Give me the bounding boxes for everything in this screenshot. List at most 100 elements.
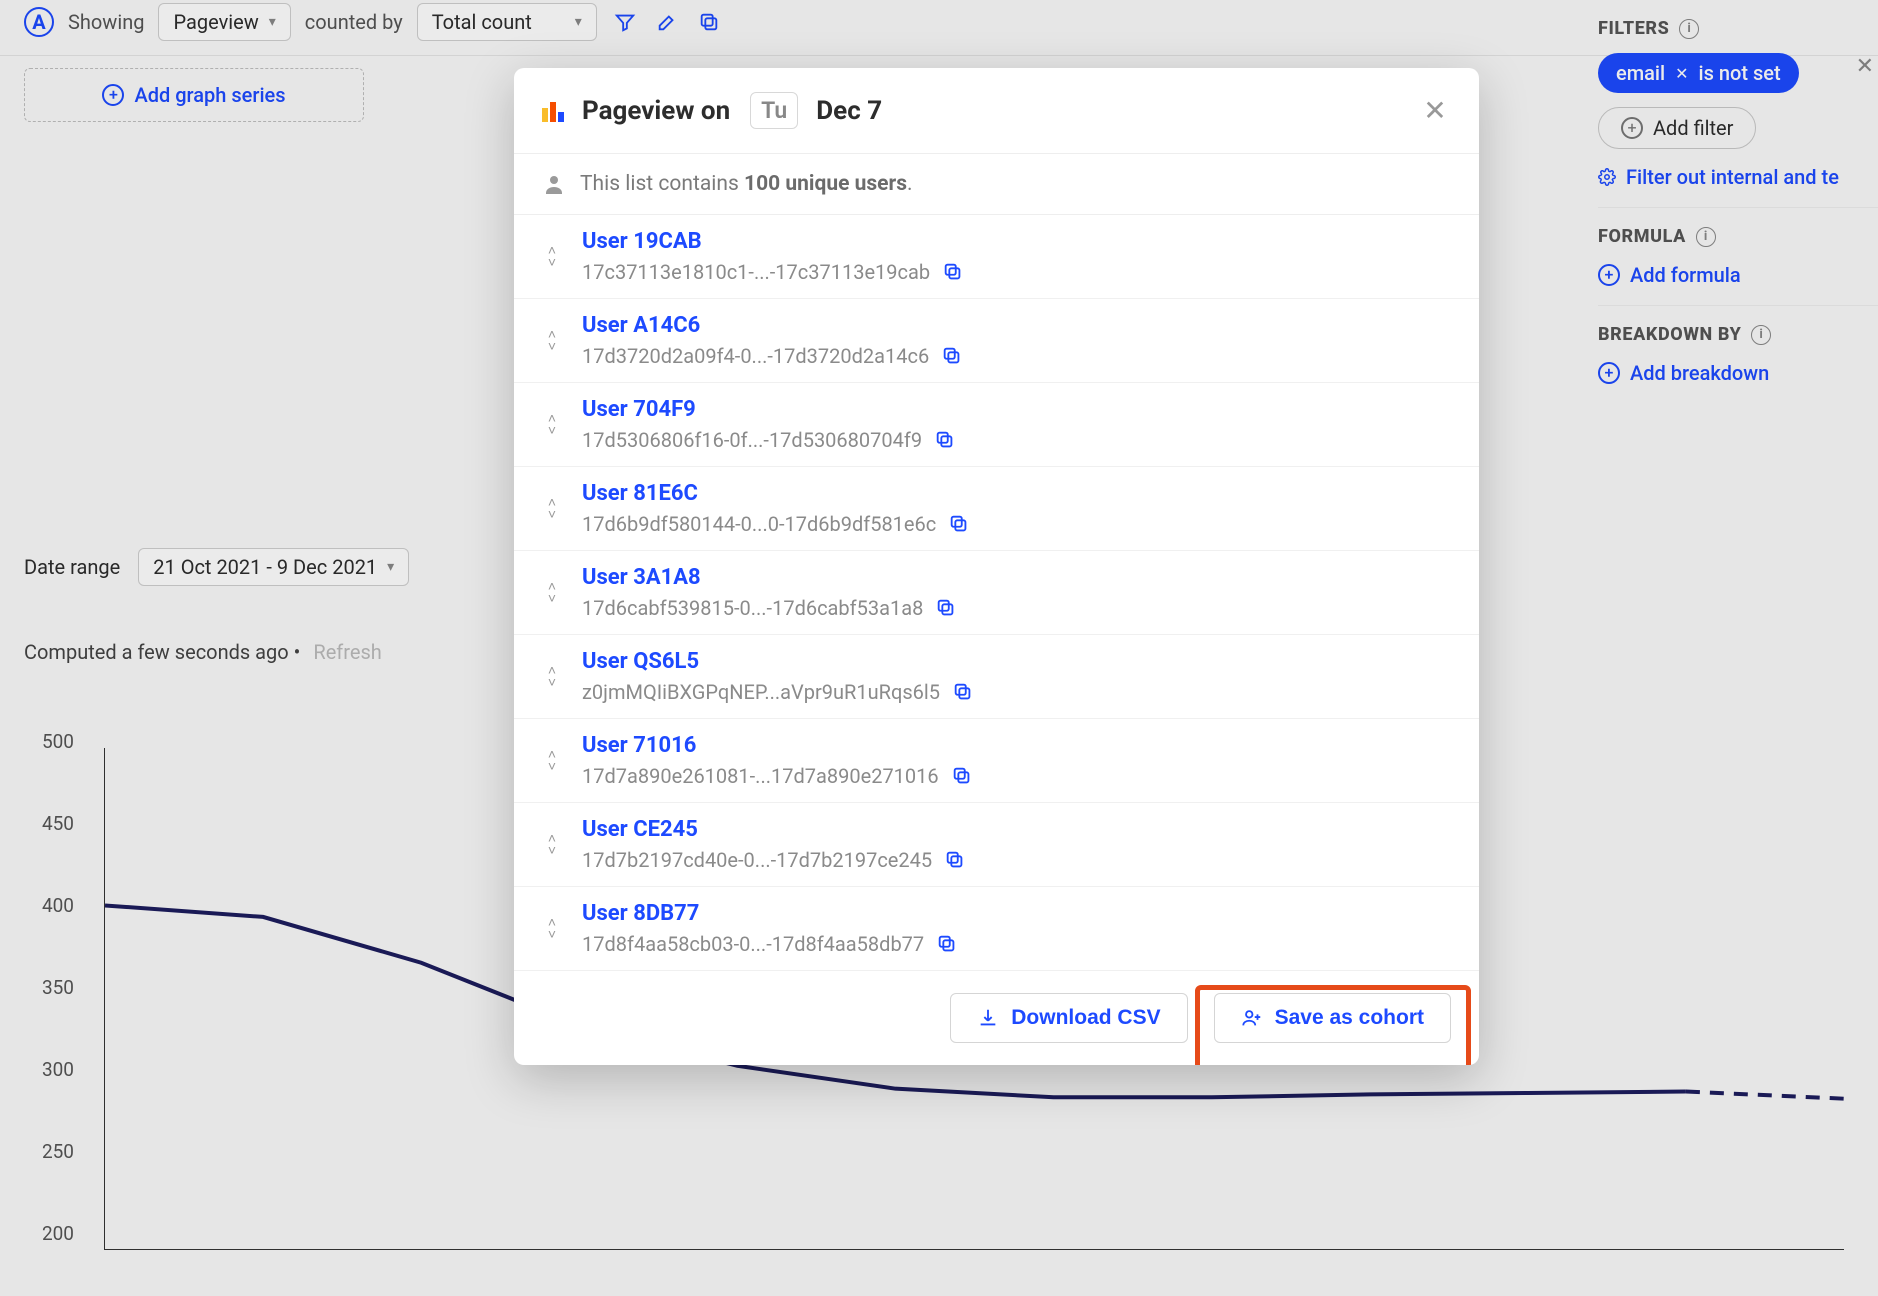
showing-label: Showing	[68, 10, 144, 34]
save-as-cohort-label: Save as cohort	[1275, 1006, 1424, 1030]
add-filter-label: Add filter	[1653, 116, 1733, 140]
expand-toggle[interactable]: ˄ ˅	[542, 833, 562, 857]
user-name-link[interactable]: User QS6L5	[582, 649, 1451, 674]
ytick: 400	[42, 894, 74, 917]
add-graph-series-label: Add graph series	[134, 83, 285, 107]
chevron-down-icon: ˅	[548, 929, 556, 941]
modal-title: Pageview on	[582, 96, 730, 126]
y-axis-labels: 500 450 400 350 300 250 200	[24, 730, 84, 1270]
copy-icon[interactable]	[941, 345, 963, 367]
user-id-text: 17d6cabf539815-0...-17d6cabf53a1a8	[582, 596, 923, 620]
copy-icon[interactable]	[934, 429, 956, 451]
user-name-link[interactable]: User 704F9	[582, 397, 1451, 422]
user-row: ˄ ˅ User 71016 17d7a890e261081-...17d7a8…	[514, 719, 1479, 803]
modal-footer: Download CSV Save as cohort	[514, 971, 1479, 1065]
modal-header: Pageview on Tu Dec 7 ✕	[514, 68, 1479, 153]
info-icon[interactable]: i	[1679, 19, 1699, 39]
add-filter-button[interactable]: + Add filter	[1598, 107, 1756, 149]
filter-chip-cond: is not set	[1699, 61, 1781, 85]
subtitle-pre: This list contains	[580, 172, 739, 196]
filter-internal-link[interactable]: Filter out internal and te	[1598, 165, 1878, 189]
copy-icon[interactable]	[948, 513, 970, 535]
expand-toggle[interactable]: ˄ ˅	[542, 245, 562, 269]
save-as-cohort-button[interactable]: Save as cohort	[1214, 993, 1451, 1043]
ytick: 350	[42, 976, 74, 999]
user-name-link[interactable]: User 81E6C	[582, 481, 1451, 506]
add-formula-link[interactable]: + Add formula	[1598, 263, 1878, 287]
user-id-text: 17d7a890e261081-...17d7a890e271016	[582, 764, 939, 788]
plus-circle-icon: +	[1598, 264, 1620, 286]
copy-icon[interactable]	[936, 933, 958, 955]
ytick: 300	[42, 1058, 74, 1081]
chart-line-projected	[1686, 1092, 1844, 1099]
close-icon[interactable]: ✕	[1675, 64, 1688, 83]
chevron-down-icon: ˅	[548, 509, 556, 521]
chevron-down-icon: ˅	[548, 341, 556, 353]
refresh-link[interactable]: Refresh	[313, 640, 381, 664]
date-range-select[interactable]: 21 Oct 2021 - 9 Dec 2021 ▾	[138, 548, 409, 586]
right-sidebar: FILTERS i email ✕ is not set ✕ + Add fil…	[1598, 0, 1878, 403]
event-select[interactable]: Pageview ▾	[158, 3, 290, 41]
add-graph-series-button[interactable]: + Add graph series	[24, 68, 364, 122]
copy-icon[interactable]	[951, 765, 973, 787]
copy-icon[interactable]	[695, 8, 723, 36]
user-id-text: 17d7b2197cd40e-0...-17d7b2197ce245	[582, 848, 932, 872]
chevron-down-icon: ˅	[548, 425, 556, 437]
query-toolbar: A Showing Pageview ▾ counted by Total co…	[0, 0, 1878, 56]
expand-toggle[interactable]: ˄ ˅	[542, 749, 562, 773]
ytick: 250	[42, 1140, 74, 1163]
user-name-link[interactable]: User 71016	[582, 733, 1451, 758]
modal-day-abbr: Tu	[750, 92, 798, 129]
expand-toggle[interactable]: ˄ ˅	[542, 329, 562, 353]
ytick: 450	[42, 812, 74, 835]
filter-icon[interactable]	[611, 8, 639, 36]
copy-icon[interactable]	[942, 261, 964, 283]
expand-toggle[interactable]: ˄ ˅	[542, 581, 562, 605]
user-name-link[interactable]: User 3A1A8	[582, 565, 1451, 590]
add-formula-label: Add formula	[1630, 263, 1741, 287]
modal-subtitle: This list contains 100 unique users.	[514, 153, 1479, 215]
info-icon[interactable]: i	[1751, 325, 1771, 345]
plus-circle-icon: +	[1621, 117, 1643, 139]
add-breakdown-link[interactable]: + Add breakdown	[1598, 361, 1878, 385]
info-icon[interactable]: i	[1696, 227, 1716, 247]
date-range-label: Date range	[24, 555, 120, 579]
user-row: ˄ ˅ User 8DB77 17d8f4aa58cb03-0...-17d8f…	[514, 887, 1479, 971]
user-id-text: z0jmMQIiBXGPqNEP...aVpr9uR1uRqs6l5	[582, 680, 940, 704]
filter-chip-email[interactable]: email ✕ is not set	[1598, 53, 1799, 93]
user-name-link[interactable]: User A14C6	[582, 313, 1451, 338]
copy-icon[interactable]	[935, 597, 957, 619]
user-name-link[interactable]: User 8DB77	[582, 901, 1451, 926]
edit-icon[interactable]	[653, 8, 681, 36]
modal-date: Dec 7	[816, 96, 882, 126]
series-letter-badge: A	[24, 7, 54, 37]
user-row: ˄ ˅ User CE245 17d7b2197cd40e-0...-17d7b…	[514, 803, 1479, 887]
expand-toggle[interactable]: ˄ ˅	[542, 497, 562, 521]
user-row: ˄ ˅ User 704F9 17d5306806f16-0f...-17d53…	[514, 383, 1479, 467]
expand-toggle[interactable]: ˄ ˅	[542, 665, 562, 689]
user-row: ˄ ˅ User 81E6C 17d6b9df580144-0...0-17d6…	[514, 467, 1479, 551]
subtitle-bold: 100 unique users	[744, 172, 907, 196]
chevron-down-icon: ˅	[548, 593, 556, 605]
close-icon[interactable]: ✕	[1419, 95, 1451, 127]
user-id-text: 17d5306806f16-0f...-17d530680704f9	[582, 428, 922, 452]
expand-toggle[interactable]: ˄ ˅	[542, 413, 562, 437]
download-icon	[977, 1007, 999, 1029]
user-id-text: 17c37113e1810c1-...-17c37113e19cab	[582, 260, 930, 284]
ytick: 200	[42, 1222, 74, 1245]
user-name-link[interactable]: User CE245	[582, 817, 1451, 842]
download-csv-button[interactable]: Download CSV	[950, 993, 1187, 1043]
copy-icon[interactable]	[952, 681, 974, 703]
count-mode-select[interactable]: Total count ▾	[417, 3, 597, 41]
user-name-link[interactable]: User 19CAB	[582, 229, 1451, 254]
gear-icon	[1598, 168, 1616, 186]
ytick: 500	[42, 730, 74, 753]
remove-filter-icon[interactable]: ✕	[1856, 54, 1874, 79]
expand-toggle[interactable]: ˄ ˅	[542, 917, 562, 941]
user-id-text: 17d3720d2a09f4-0...-17d3720d2a14c6	[582, 344, 929, 368]
chevron-down-icon: ˅	[548, 257, 556, 269]
chevron-down-icon: ˅	[548, 761, 556, 773]
copy-icon[interactable]	[944, 849, 966, 871]
user-row: ˄ ˅ User A14C6 17d3720d2a09f4-0...-17d37…	[514, 299, 1479, 383]
chevron-down-icon: ▾	[269, 14, 276, 30]
